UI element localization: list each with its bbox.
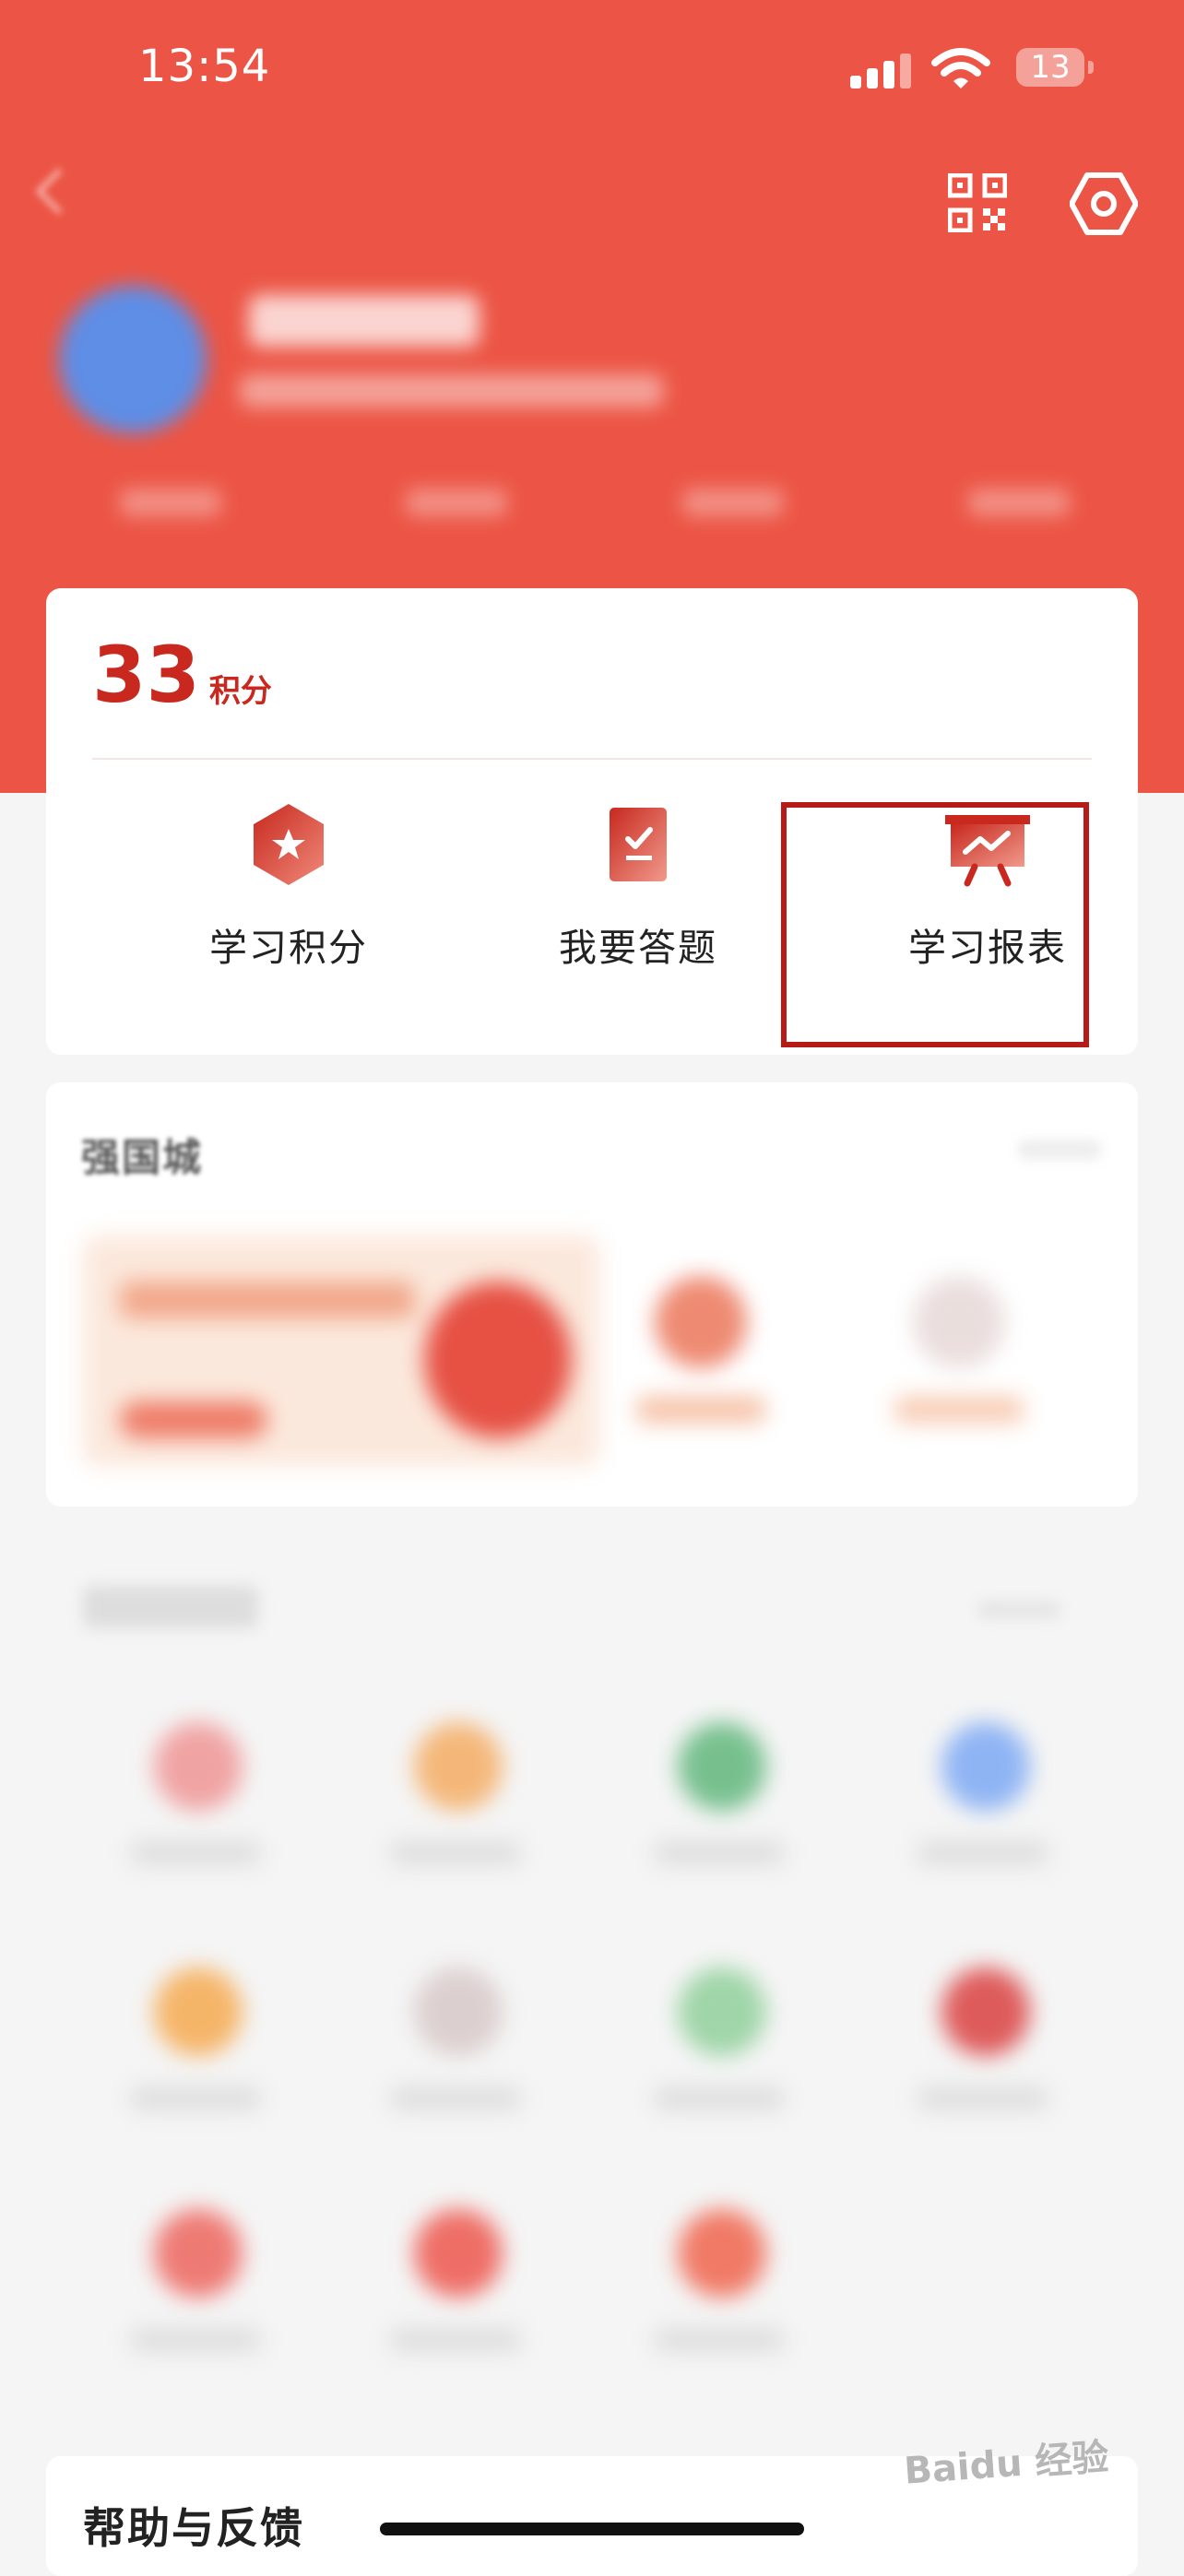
service-item[interactable] — [627, 1967, 811, 2143]
service-item[interactable] — [103, 1967, 288, 2143]
avatar[interactable] — [59, 286, 207, 433]
service-item[interactable] — [891, 1722, 1075, 1897]
status-bar: 13:54 13 — [0, 0, 1184, 138]
highlight-box — [781, 802, 1089, 1047]
status-time: 13:54 — [138, 41, 271, 92]
study-points-button[interactable]: 学习积分 — [146, 800, 432, 1003]
profile-stat[interactable] — [682, 489, 784, 516]
battery-indicator: 13 — [1016, 48, 1094, 87]
wifi-icon — [931, 48, 990, 89]
quiz-answer-icon — [610, 808, 667, 881]
points-unit: 积分 — [208, 673, 272, 710]
cellular-signal-icon — [850, 52, 915, 89]
qr-code-icon[interactable] — [948, 173, 1007, 232]
mall-item[interactable] — [636, 1267, 765, 1451]
profile-stat[interactable] — [120, 489, 221, 516]
mall-title: 强国城 — [81, 1135, 204, 1180]
card-divider — [92, 758, 1092, 760]
help-feedback-title: 帮助与反馈 — [83, 2503, 304, 2553]
services-section-title — [83, 1586, 258, 1628]
mall-banner[interactable] — [83, 1235, 599, 1466]
answer-questions-label: 我要答题 — [559, 926, 717, 970]
mall-item[interactable] — [894, 1267, 1024, 1451]
answer-questions-button[interactable]: 我要答题 — [495, 800, 781, 1003]
study-points-label: 学习积分 — [209, 926, 368, 970]
mall-card: 强国城 — [46, 1082, 1138, 1507]
home-indicator[interactable] — [380, 2523, 804, 2535]
service-item[interactable] — [363, 1722, 548, 1897]
profile-stat[interactable] — [406, 489, 507, 516]
service-item[interactable] — [363, 2209, 548, 2384]
mall-more-link[interactable] — [1018, 1140, 1101, 1160]
points-badge-icon — [254, 804, 324, 885]
points-value: 33 — [92, 630, 200, 720]
user-profile[interactable] — [0, 267, 1184, 609]
service-item[interactable] — [627, 1722, 811, 1897]
user-subtitle — [240, 374, 664, 408]
user-name — [249, 295, 480, 347]
settings-icon[interactable] — [1070, 170, 1138, 238]
services-more-link[interactable] — [977, 1601, 1060, 1619]
profile-stat[interactable] — [968, 489, 1070, 516]
service-item[interactable] — [627, 2209, 811, 2384]
service-item[interactable] — [103, 2209, 288, 2384]
points-summary[interactable]: 33 积分 — [92, 636, 272, 714]
service-item[interactable] — [363, 1967, 548, 2143]
service-item[interactable] — [103, 1722, 288, 1897]
service-item[interactable] — [891, 1967, 1075, 2143]
